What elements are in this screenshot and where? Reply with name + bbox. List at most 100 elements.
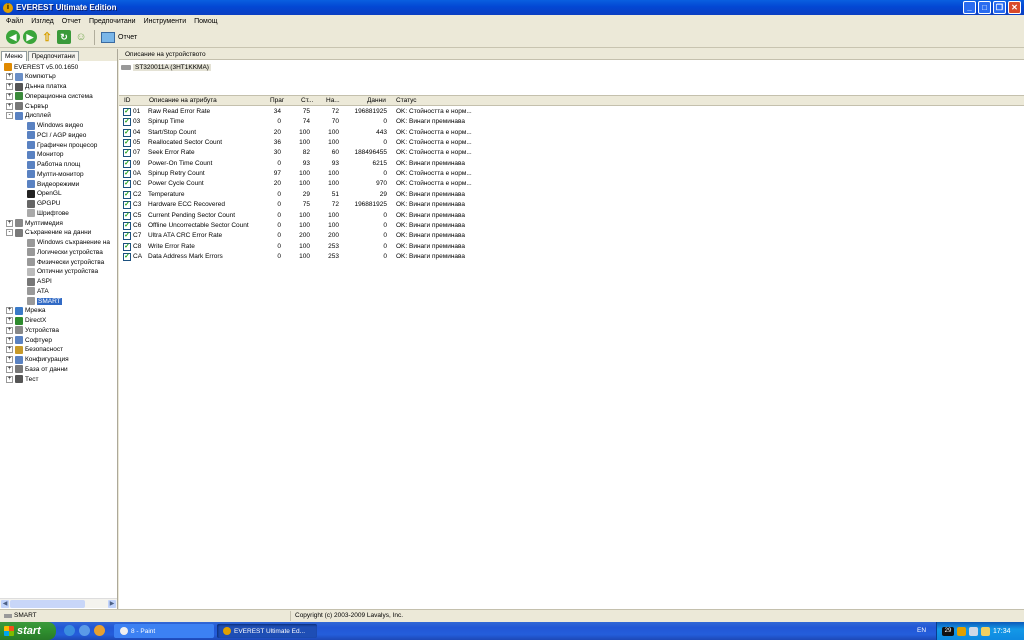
col-status[interactable]: Статус [396,97,417,104]
tree-item[interactable]: SMART [27,296,62,306]
close-button[interactable]: ✕ [1008,1,1021,14]
tray-volume-icon[interactable] [981,626,990,636]
checkbox-checked-icon[interactable]: ✓ [123,221,131,230]
tree-item[interactable]: Работна площ [27,160,80,170]
expand-icon[interactable]: + [6,317,13,324]
expand-icon[interactable]: + [6,346,13,354]
ie-icon[interactable] [64,625,75,636]
checkbox-checked-icon[interactable]: ✓ [123,201,131,210]
table-row[interactable]: ✓ 07 Seek Error Rate 30 82 60 188496455 OK: Сто… [119,148,1024,158]
tree-item[interactable]: Windows видео [27,121,83,131]
col-worst[interactable]: На... [326,97,340,104]
checkbox-checked-icon[interactable]: ✓ [123,159,131,168]
device-row[interactable]: ST320011A (3HT1KKMA) [119,62,1024,72]
tree-item[interactable]: + Конфигурация [6,355,69,365]
table-row[interactable]: ✓ C7 Ultra ATA CRC Error Rate 0 200 200 0 OK: В… [119,231,1024,241]
tree-item[interactable]: Windows съхранение на [27,238,110,248]
table-row[interactable]: ✓ C3 Hardware ECC Recovered 0 75 72 196881925 O… [119,200,1024,210]
col-threshold[interactable]: Праг [270,97,284,104]
checkbox-checked-icon[interactable]: ✓ [123,190,131,199]
table-row[interactable]: ✓ 09 Power-On Time Count 0 93 93 6215 OK: Винаг… [119,159,1024,169]
up-arrow-icon[interactable]: ⇧ [40,30,54,44]
tab-menu[interactable]: Меню [1,51,27,61]
expand-icon[interactable]: + [6,73,13,81]
refresh-icon[interactable]: ↻ [57,30,71,44]
tree-item[interactable]: ASPI [27,277,52,287]
expand-icon[interactable]: + [6,375,13,383]
menu-view[interactable]: Изглед [27,18,58,25]
checkbox-checked-icon[interactable]: ✓ [123,149,131,158]
tree-item[interactable]: Графичен процесор [27,140,97,150]
title-bar[interactable]: i EVEREST Ultimate Edition _ □ ❐ ✕ [0,0,1024,15]
expand-icon[interactable]: + [6,326,13,334]
tree-item[interactable]: ATA [27,286,49,296]
checkbox-checked-icon[interactable]: ✓ [123,128,131,137]
tree-item[interactable]: + Сървър [6,101,48,111]
expand-icon[interactable]: + [6,356,13,363]
tree-item[interactable]: + Мрежа [6,306,46,316]
desktop-icon[interactable] [79,625,90,636]
checkbox-checked-icon[interactable]: ✓ [123,170,131,179]
table-row[interactable]: ✓ C5 Current Pending Sector Count 0 100 100 0 O… [119,211,1024,221]
checkbox-checked-icon[interactable]: ✓ [123,180,131,189]
col-id[interactable]: ID [124,97,131,104]
tree-item[interactable]: + Дънна платка [6,82,66,92]
start-button[interactable]: start [0,622,56,640]
menu-report[interactable]: Отчет [58,18,85,25]
menu-help[interactable]: Помощ [190,18,221,25]
checkbox-checked-icon[interactable]: ✓ [123,242,131,251]
forward-arrow-icon[interactable]: ▶ [23,30,37,44]
table-row[interactable]: ✓ C8 Write Error Rate 0 100 253 0 OK: Винаги пр… [119,242,1024,252]
checkbox-checked-icon[interactable]: ✓ [123,232,131,241]
restore-button[interactable]: ❐ [993,1,1006,14]
collapse-icon[interactable]: - [6,112,13,120]
checkbox-checked-icon[interactable]: ✓ [123,211,131,220]
tree-item[interactable]: + Операционна система [6,91,93,101]
tree-item[interactable]: + Компютър [6,72,56,82]
checkbox-checked-icon[interactable]: ✓ [123,108,131,116]
tree-item[interactable]: + Мултимедия [6,218,63,228]
media-icon[interactable] [94,625,105,636]
task-paint[interactable]: 8 - Paint [114,624,214,638]
checkbox-checked-icon[interactable]: ✓ [123,139,131,148]
tray-badge[interactable]: 29 [942,626,954,636]
tree-item[interactable]: + DirectX [6,316,46,326]
col-value[interactable]: Ст... [301,97,313,104]
horizontal-scrollbar[interactable]: ◀ ▶ [0,598,117,608]
table-row[interactable]: ✓ 03 Spinup Time 0 74 70 0 OK: Винаги преминава [119,117,1024,127]
scroll-thumb[interactable] [10,600,85,608]
tree-item[interactable]: Мулти-монитор [27,169,84,179]
tree-item[interactable]: PCI / AGP видео [27,130,86,140]
expand-icon[interactable]: + [6,92,13,100]
tree-item[interactable]: Видеорежими [27,179,79,189]
tree-item[interactable]: - Дисплей [6,111,51,121]
collapse-icon[interactable]: - [6,229,13,237]
clock[interactable]: 17:34 [993,628,1011,635]
minimize-button[interactable]: _ [963,1,976,14]
expand-icon[interactable]: + [6,365,13,373]
col-data[interactable]: Данни [367,97,386,104]
expand-icon[interactable]: + [6,102,13,110]
scroll-right-icon[interactable]: ▶ [108,600,116,608]
tree-item[interactable]: GPGPU [27,199,60,209]
expand-icon[interactable]: + [6,83,13,90]
task-everest[interactable]: EVEREST Ultimate Ed... [217,624,317,638]
expand-icon[interactable]: + [6,219,13,227]
menu-tools[interactable]: Инструменти [140,18,191,25]
table-row[interactable]: ✓ 04 Start/Stop Count 20 100 100 443 OK: Стойно… [119,128,1024,138]
device-description-header[interactable]: Описание на устройството [119,49,1024,60]
tree-item[interactable]: + База от данни [6,364,68,374]
tree-item[interactable]: + Софтуер [6,335,52,345]
users-icon[interactable]: ☺ [74,30,88,44]
expand-icon[interactable]: + [6,307,13,315]
table-row[interactable]: ✓ 05 Reallocated Sector Count 36 100 100 0 OK: … [119,138,1024,148]
tree-item[interactable]: + Устройства [6,325,59,335]
tree-item[interactable]: Шрифтове [27,208,69,218]
table-row[interactable]: ✓ 01 Raw Read Error Rate 34 75 72 196881925 OK:… [119,107,1024,117]
table-row[interactable]: ✓ CA Data Address Mark Errors 0 100 253 0 OK: В… [119,252,1024,262]
tree-item[interactable]: EVEREST v5.00.1650 [4,62,78,72]
tree-item[interactable]: Физически устройства [27,257,104,267]
tab-favorites[interactable]: Предпочитани [27,51,79,61]
tree-item[interactable]: OpenGL [27,189,62,199]
menu-favorites[interactable]: Предпочитани [85,18,140,25]
